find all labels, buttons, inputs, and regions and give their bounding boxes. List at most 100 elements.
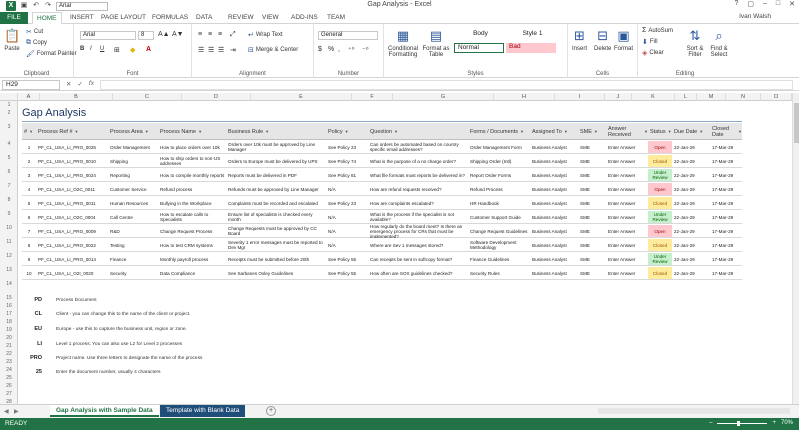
format-cells-button[interactable]: ▣ Format	[614, 28, 633, 52]
table-column-header[interactable]: Answer Received ▼	[606, 123, 648, 140]
table-cell[interactable]: Enter Answer	[606, 140, 648, 154]
insert-cells-button[interactable]: ⊞ Insert	[572, 28, 587, 52]
table-cell[interactable]: Call Centre	[108, 210, 158, 224]
table-cell[interactable]: How to ship orders to non-US addresses	[158, 154, 226, 168]
row-header[interactable]: 27	[0, 391, 18, 397]
table-cell[interactable]: Business Analyst	[530, 224, 578, 238]
tab-view[interactable]: VIEW	[262, 13, 279, 23]
table-cell[interactable]: Change Requests must be approved by CC B…	[226, 224, 326, 238]
table-cell[interactable]: 7	[22, 224, 36, 238]
table-cell[interactable]: Orders to Europe must be delivered by UP…	[226, 154, 326, 168]
table-cell[interactable]: How to test CRM systems	[158, 238, 226, 252]
table-cell[interactable]: Severity 1 error messages must be report…	[226, 238, 326, 252]
table-cell[interactable]: 22-Jan-29	[672, 266, 710, 280]
table-cell[interactable]: N/A	[326, 182, 368, 196]
row-header[interactable]: 9	[0, 211, 18, 217]
enter-formula-icon[interactable]: ✓	[77, 80, 82, 88]
align-bottom-button[interactable]: ≡	[218, 31, 222, 38]
table-cell[interactable]: N/A	[326, 210, 368, 224]
number-format-select[interactable]: General	[318, 31, 378, 40]
format-painter-button[interactable]: 🖌 Format Painter	[26, 50, 77, 58]
status-badge[interactable]: Open	[648, 141, 672, 153]
tab-add-ins[interactable]: ADD-INS	[291, 13, 318, 23]
filter-dropdown-icon[interactable]: ▼	[520, 129, 524, 135]
table-cell[interactable]: Business Analyst	[530, 168, 578, 182]
table-cell[interactable]: 17-Mar-29	[710, 196, 742, 210]
comma-button[interactable]: ,	[338, 46, 340, 53]
vertical-scroll-thumb[interactable]	[794, 103, 799, 143]
table-cell[interactable]: Can orders be automated based on country…	[368, 140, 468, 154]
table-cell[interactable]: HR Handbook	[468, 196, 530, 210]
table-cell[interactable]: Enter Answer	[606, 224, 648, 238]
align-right-button[interactable]: ☰	[218, 46, 224, 54]
table-cell[interactable]: How are refund requests received?	[368, 182, 468, 196]
table-cell[interactable]: 17-Mar-29	[710, 224, 742, 238]
table-cell[interactable]: Enter Answer	[606, 168, 648, 182]
table-column-header[interactable]: Forms / Documents ▼	[468, 123, 530, 140]
style-normal[interactable]: Normal	[454, 43, 504, 53]
row-header[interactable]: 25	[0, 375, 18, 381]
table-cell[interactable]: See Policy 81	[326, 168, 368, 182]
table-cell[interactable]: 22-Jan-29	[672, 252, 710, 266]
column-header[interactable]: D	[182, 93, 251, 101]
help-button[interactable]: ?	[734, 0, 738, 8]
table-cell[interactable]: Business Analyst	[530, 210, 578, 224]
filter-dropdown-icon[interactable]: ▼	[198, 129, 202, 135]
row-header[interactable]: 18	[0, 319, 18, 325]
table-cell[interactable]: Order Management	[108, 140, 158, 154]
row-header[interactable]: 7	[0, 183, 18, 189]
zoom-slider[interactable]	[717, 420, 768, 426]
table-cell[interactable]: Reporting	[108, 168, 158, 182]
sheet-tab-sample-data[interactable]: Gap Analysis with Sample Data	[50, 405, 159, 417]
status-badge[interactable]: Under Review	[648, 169, 672, 181]
row-header[interactable]: 15	[0, 295, 18, 301]
table-cell[interactable]: PF_CL_USA_LI_PRO_0014	[36, 252, 108, 266]
table-cell[interactable]: Security Rules	[468, 266, 530, 280]
table-column-header[interactable]: Status ▼	[648, 123, 672, 140]
filter-dropdown-icon[interactable]: ▼	[668, 129, 672, 135]
row-header[interactable]: 17	[0, 311, 18, 317]
table-cell[interactable]: SME	[578, 182, 606, 196]
table-cell[interactable]: 8	[22, 238, 36, 252]
borders-button[interactable]: ⊞	[114, 46, 120, 54]
zoom-out-button[interactable]: –	[709, 420, 712, 426]
status-badge[interactable]: Closed	[648, 155, 672, 167]
tab-page-layout[interactable]: PAGE LAYOUT	[101, 13, 146, 23]
table-cell[interactable]: Finance	[108, 252, 158, 266]
row-header[interactable]: 11	[0, 239, 18, 245]
table-cell[interactable]: See Policy 55	[326, 252, 368, 266]
font-family-select[interactable]: Arial	[80, 31, 136, 40]
table-cell[interactable]: 17-Mar-29	[710, 266, 742, 280]
table-cell[interactable]: SME	[578, 266, 606, 280]
filter-dropdown-icon[interactable]: ▼	[394, 129, 398, 135]
table-cell[interactable]: PF_CL_USA_LI_PRO_0011	[36, 196, 108, 210]
table-column-header[interactable]: Process Ref # ▼	[36, 123, 108, 140]
table-row[interactable]: 10 PF_CL_USA_LI_O2I_0020 Security Data Comp…	[22, 266, 742, 280]
indent-button[interactable]: ⇥	[230, 46, 236, 54]
table-column-header[interactable]: # ▼	[22, 123, 36, 140]
column-header[interactable]: F	[352, 93, 393, 101]
vertical-scrollbar[interactable]	[792, 93, 799, 404]
italic-button[interactable]: I	[90, 46, 92, 52]
table-cell[interactable]: 9	[22, 252, 36, 266]
table-cell[interactable]: 22-Jan-29	[672, 182, 710, 196]
table-cell[interactable]: 22-Jan-29	[672, 168, 710, 182]
table-cell[interactable]: SME	[578, 154, 606, 168]
table-cell[interactable]: 4	[22, 182, 36, 196]
table-cell[interactable]: Business Analyst	[530, 182, 578, 196]
table-row[interactable]: 6 PF_CL_USA_LI_O2C_0004 Call Centre How to …	[22, 210, 742, 224]
tab-file[interactable]: FILE	[0, 12, 28, 24]
status-badge[interactable]: Under Review	[648, 253, 672, 265]
table-cell[interactable]: 17-Mar-29	[710, 210, 742, 224]
status-badge[interactable]: Closed	[648, 239, 672, 251]
zoom-slider-knob[interactable]	[737, 420, 741, 426]
format-as-table-button[interactable]: ▤ Format as Table	[422, 28, 450, 58]
table-cell[interactable]: See Policy 55	[326, 266, 368, 280]
column-header[interactable]: G	[393, 93, 494, 101]
align-left-button[interactable]: ☰	[198, 46, 204, 54]
font-shrink-button[interactable]: A▼	[172, 31, 184, 38]
percent-button[interactable]: %	[328, 46, 334, 53]
fill-button[interactable]: ⬇ Fill	[642, 38, 658, 46]
close-button[interactable]: ✕	[789, 0, 795, 8]
zoom-in-button[interactable]: +	[772, 420, 776, 426]
